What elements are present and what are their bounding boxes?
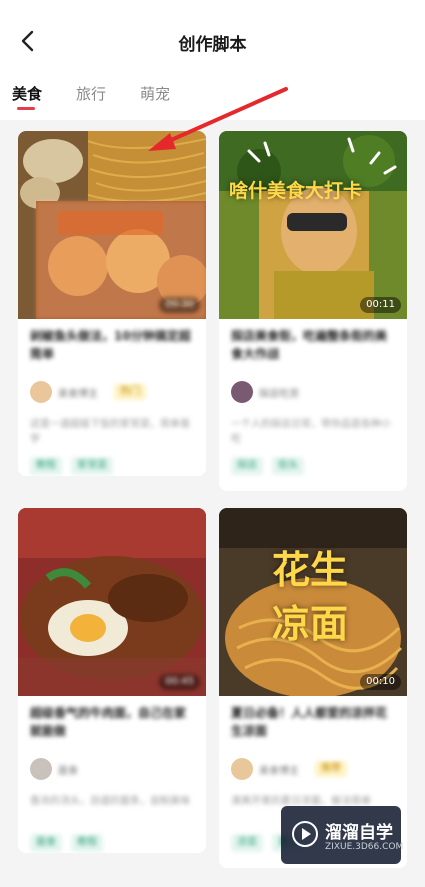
card-tags: 面食 教程 bbox=[30, 830, 107, 852]
play-logo-icon bbox=[292, 821, 318, 847]
card-description: 香浓的汤头，劲道的面条，自制美味 bbox=[30, 796, 190, 807]
card-title: 夏日必备！人人都爱的凉拌花生凉面 bbox=[231, 706, 388, 738]
card-title: 探店美食街，吃遍整条街的美食大作战 bbox=[231, 329, 388, 361]
active-tab-indicator bbox=[17, 107, 35, 110]
card-tags: 探店 街头 bbox=[231, 453, 308, 475]
duration-badge: 00:11 bbox=[360, 297, 401, 313]
card-thumbnail[interactable]: 啥什美食大打卡 00:11 bbox=[219, 131, 407, 319]
author-name: 美食博主 bbox=[58, 389, 98, 400]
card-tags: 教程 家常菜 bbox=[30, 453, 117, 475]
tab-food[interactable]: 美食 bbox=[12, 83, 42, 104]
avatar bbox=[30, 381, 52, 403]
tag[interactable]: 教程 bbox=[71, 834, 104, 852]
duration-badge: 00:30 bbox=[159, 297, 200, 313]
card-title: 剁椒鱼头做法，10分钟搞定超简单 bbox=[30, 329, 191, 361]
tag[interactable]: 街头 bbox=[272, 457, 305, 475]
tag[interactable]: 教程 bbox=[30, 457, 62, 475]
tag[interactable]: 探店 bbox=[231, 457, 263, 475]
author-name: 面食 bbox=[58, 766, 78, 777]
author-name: 探店吃货 bbox=[259, 389, 299, 400]
author-label: 热门 bbox=[114, 384, 146, 400]
duration-badge: 00:10 bbox=[360, 674, 401, 690]
script-card-1[interactable]: 00:30 剁椒鱼头做法，10分钟搞定超简单 美食博主 热门 这是一道超级下饭的… bbox=[18, 131, 206, 476]
thumbnail-caption: 花生 凉面 bbox=[271, 548, 348, 646]
card-thumbnail[interactable]: 00:30 bbox=[18, 131, 206, 319]
tab-travel[interactable]: 旅行 bbox=[76, 83, 106, 104]
tag[interactable]: 面食 bbox=[30, 834, 62, 852]
card-thumbnail[interactable]: 00:45 bbox=[18, 508, 206, 696]
script-grid: 00:30 剁椒鱼头做法，10分钟搞定超简单 美食博主 热门 这是一道超级下饭的… bbox=[0, 120, 425, 887]
page-title: 创作脚本 bbox=[178, 35, 247, 55]
duration-badge: 00:45 bbox=[159, 674, 200, 690]
avatar bbox=[231, 758, 253, 780]
card-description: 一个人的探店日常，带你品尝各种小吃 bbox=[231, 419, 391, 445]
card-author: 美食博主 热门 bbox=[30, 381, 196, 405]
author-name: 美食博主 bbox=[259, 766, 299, 777]
card-author: 探店吃货 bbox=[231, 381, 397, 405]
annotation-arrow-icon bbox=[148, 87, 288, 151]
watermark-name: 溜溜自学 bbox=[325, 823, 393, 843]
header: 创作脚本 bbox=[0, 0, 425, 78]
thumbnail-caption: 啥什美食大打卡 bbox=[229, 180, 363, 202]
card-description: 这是一道超级下饭的家常菜，简单易学 bbox=[30, 419, 190, 445]
script-card-3[interactable]: 00:45 超级香气的牛肉面，自己在家就能做 面食 香浓的汤头，劲道的面条，自制… bbox=[18, 508, 206, 853]
card-author: 美食博主 推荐 bbox=[231, 758, 397, 782]
avatar bbox=[30, 758, 52, 780]
tag[interactable]: 家常菜 bbox=[71, 457, 114, 475]
card-author: 面食 bbox=[30, 758, 196, 782]
tag[interactable]: 凉菜 bbox=[231, 834, 263, 852]
watermark: 溜溜自学 ZIXUE.3D66.COM bbox=[281, 806, 404, 864]
avatar bbox=[231, 381, 253, 403]
card-title: 超级香气的牛肉面，自己在家就能做 bbox=[30, 706, 187, 738]
script-card-2[interactable]: 啥什美食大打卡 00:11 探店美食街，吃遍整条街的美食大作战 探店吃货 一个人… bbox=[219, 131, 407, 491]
watermark-url: ZIXUE.3D66.COM bbox=[325, 842, 404, 852]
card-thumbnail[interactable]: 花生 凉面 00:10 bbox=[219, 508, 407, 696]
author-label: 推荐 bbox=[315, 761, 347, 777]
